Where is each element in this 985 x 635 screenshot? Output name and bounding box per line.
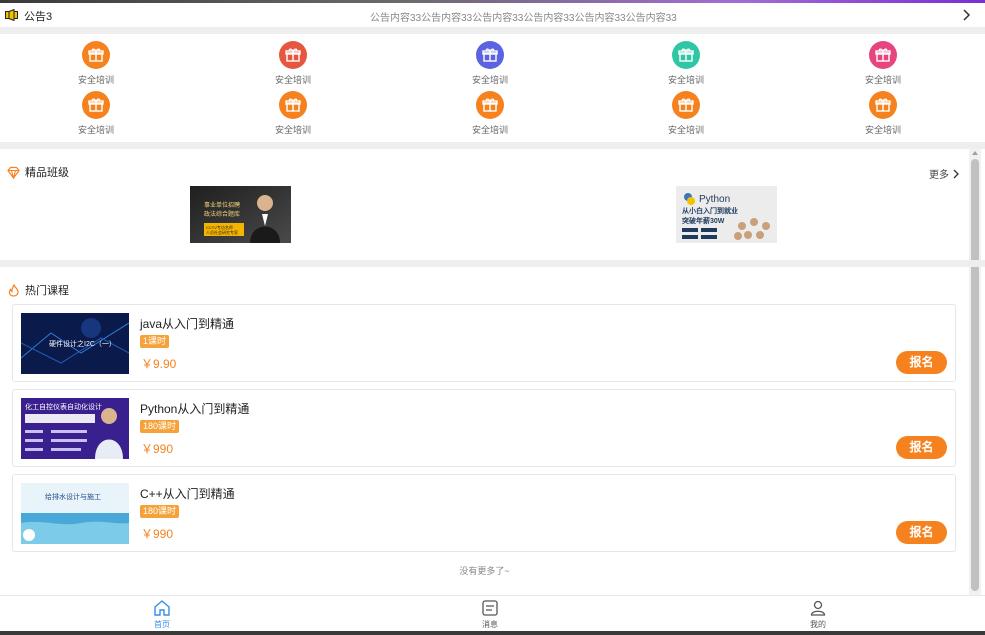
lesson-count-badge: 180课时 <box>140 420 180 433</box>
lesson-count-badge: 1课时 <box>140 335 170 348</box>
course-thumbnail: 给排水设计与施工 <box>21 483 129 544</box>
notice-title: 公告3 <box>24 11 53 23</box>
banner-text: 突破年薪30W <box>682 216 725 225</box>
course-thumbnail: 化工自控仪表自动化设计 <box>21 398 129 459</box>
gift-icon <box>869 41 897 69</box>
category-label: 安全培训 <box>667 125 704 135</box>
scrollbar[interactable] <box>969 149 981 595</box>
speaker-icon <box>5 9 18 21</box>
tab-label: 首页 <box>154 620 170 629</box>
enroll-button[interactable]: 报名 <box>896 436 947 459</box>
no-more-text: 没有更多了~ <box>459 566 510 576</box>
category-label: 安全培训 <box>864 75 901 85</box>
banner-text: 从小白入门到就业 <box>682 206 738 215</box>
home-icon <box>154 600 170 616</box>
category-item[interactable]: 安全培训 <box>263 91 323 136</box>
thumbnail-caption: 给排水设计与施工 <box>45 492 101 501</box>
tab-home[interactable]: 首页 <box>132 599 192 630</box>
category-label: 安全培训 <box>471 125 508 135</box>
hot-header: 热门课程 <box>7 282 69 298</box>
category-item[interactable]: 安全培训 <box>66 91 126 136</box>
featured-banner[interactable]: Python 从小白入门到就业 突破年薪30W <box>676 186 777 243</box>
tab-messages[interactable]: 消息 <box>460 599 520 630</box>
course-price: ￥990 <box>141 442 174 456</box>
course-price: ￥990 <box>141 527 174 541</box>
hot-title: 热门课程 <box>25 285 69 297</box>
category-item[interactable]: 安全培训 <box>460 91 520 136</box>
featured-banner[interactable]: 事业单位招聘 政法综合题库 CCTV专访名师 人员社会研究专家 <box>190 186 291 243</box>
banner-text: 事业单位招聘 <box>204 201 240 209</box>
category-item[interactable]: 安全培训 <box>263 41 323 86</box>
category-item[interactable]: 安全培训 <box>66 41 126 86</box>
category-item[interactable]: 安全培训 <box>460 41 520 86</box>
banner-image: 事业单位招聘 政法综合题库 CCTV专访名师 人员社会研究专家 <box>190 186 291 243</box>
divider <box>0 27 985 34</box>
bottom-tab-bar: 首页 消息 我的 <box>0 595 985 635</box>
bottom-strip <box>0 631 985 635</box>
tab-label: 消息 <box>482 620 498 629</box>
gift-icon <box>672 91 700 119</box>
gift-icon <box>82 41 110 69</box>
category-label: 安全培训 <box>274 125 311 135</box>
course-title: Python从入门到精通 <box>140 402 250 416</box>
category-grid: 安全培训 安全培训 安全培训 安全培训 安全培训 安全培训 安全培训 安全培训 … <box>0 34 985 142</box>
course-title: C++从入门到精通 <box>140 487 235 501</box>
scroll-up-arrow[interactable] <box>972 151 978 155</box>
gift-icon <box>476 91 504 119</box>
thumbnail-caption: 化工自控仪表自动化设计 <box>25 402 102 411</box>
category-label: 安全培训 <box>471 75 508 85</box>
category-item[interactable]: 安全培训 <box>656 41 716 86</box>
gift-icon <box>82 91 110 119</box>
category-item[interactable]: 安全培训 <box>656 91 716 136</box>
gift-icon <box>476 41 504 69</box>
notice-bar[interactable]: 公告3 公告内容33公告内容33公告内容33公告内容33公告内容33公告内容33 <box>0 3 985 27</box>
notice-text: 公告内容33公告内容33公告内容33公告内容33公告内容33公告内容33 <box>370 13 677 24</box>
scrollbar-thumb[interactable] <box>971 159 979 591</box>
gift-icon <box>672 41 700 69</box>
featured-header: 精品班级 <box>7 164 69 180</box>
message-icon <box>482 600 498 616</box>
banner-text: 政法综合题库 <box>204 210 240 218</box>
course-price: ￥9.90 <box>141 357 177 371</box>
course-card[interactable]: 硬件设计之I2C（一） java从入门到精通 1课时 ￥9.90 报名 <box>12 304 956 382</box>
more-link[interactable]: 更多 <box>929 166 960 181</box>
tab-profile[interactable]: 我的 <box>788 599 848 630</box>
category-label: 安全培训 <box>667 75 704 85</box>
category-item[interactable]: 安全培训 <box>853 91 913 136</box>
course-card[interactable]: 化工自控仪表自动化设计 Python从入门到精通 180课时 ￥990 报名 <box>12 389 956 467</box>
gift-icon <box>279 91 307 119</box>
enroll-button[interactable]: 报名 <box>896 521 947 544</box>
category-label: 安全培训 <box>274 75 311 85</box>
course-thumbnail: 硬件设计之I2C（一） <box>21 313 129 374</box>
divider <box>0 260 985 267</box>
diamond-icon <box>7 166 20 179</box>
banner-text: Python <box>699 194 730 205</box>
chevron-right-icon[interactable] <box>961 9 971 21</box>
gift-icon <box>869 91 897 119</box>
enroll-button[interactable]: 报名 <box>896 351 947 374</box>
chevron-right-icon <box>953 169 959 178</box>
tab-label: 我的 <box>810 620 826 629</box>
category-label: 安全培训 <box>77 75 114 85</box>
user-icon <box>810 600 826 616</box>
course-title: java从入门到精通 <box>140 317 235 331</box>
thumbnail-caption: 硬件设计之I2C（一） <box>49 339 116 348</box>
banner-image: Python 从小白入门到就业 突破年薪30W <box>676 186 777 243</box>
gift-icon <box>279 41 307 69</box>
lesson-count-badge: 180课时 <box>140 505 180 518</box>
category-label: 安全培训 <box>77 125 114 135</box>
category-item[interactable]: 安全培训 <box>853 41 913 86</box>
banner-text: 人员社会研究专家 <box>206 229 238 235</box>
featured-title: 精品班级 <box>25 167 69 179</box>
flame-icon <box>8 283 19 297</box>
category-label: 安全培训 <box>864 125 901 135</box>
more-label: 更多 <box>929 170 949 181</box>
course-card[interactable]: 给排水设计与施工 C++从入门到精通 180课时 ￥990 报名 <box>12 474 956 552</box>
divider <box>0 142 985 149</box>
